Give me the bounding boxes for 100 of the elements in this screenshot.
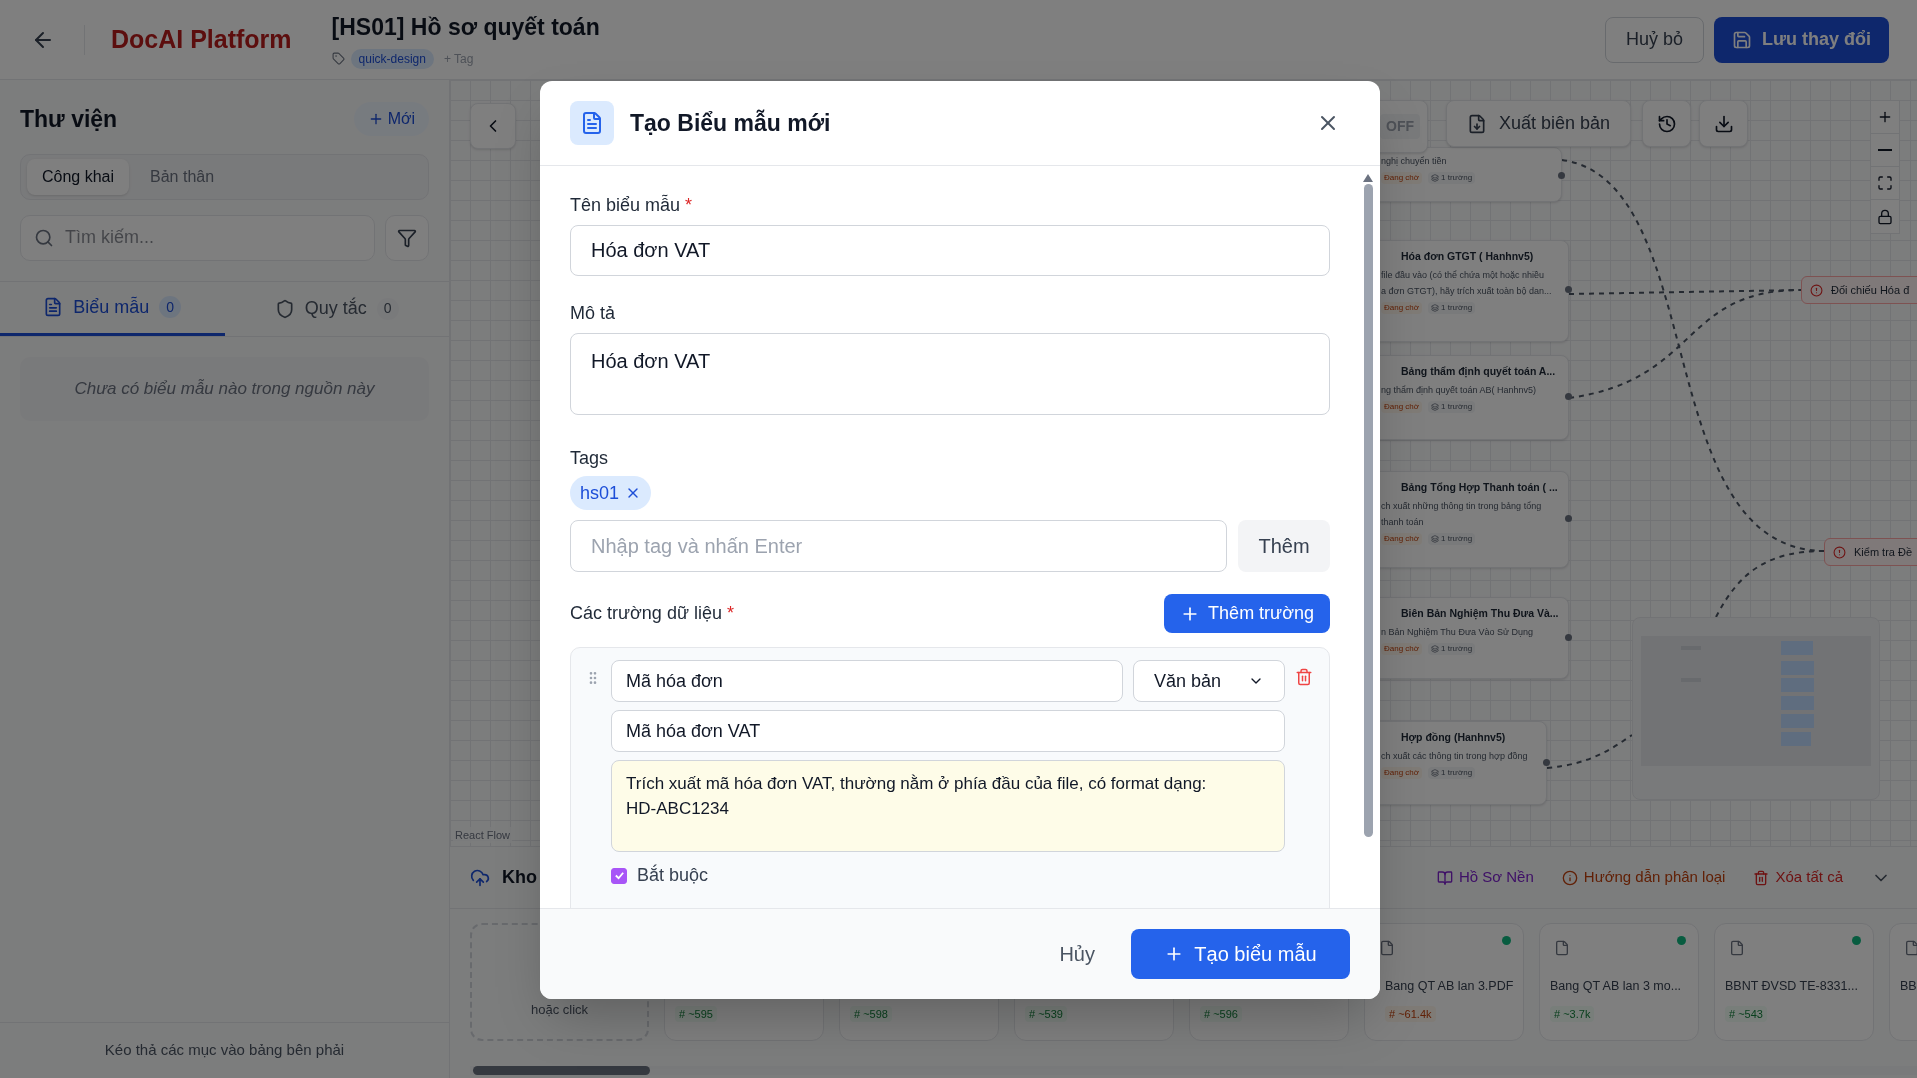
name-input[interactable]: Hóa đơn VAT [570,225,1330,276]
file-name: BBNT ĐVSD TE-8331... [1725,977,1858,995]
field-count-badge: 1 trường [1428,400,1476,413]
node-description: a đơn GTGT), hãy trích xuất toàn bộ dan... [1381,285,1552,297]
file-download-icon [1467,113,1487,134]
tag-chip[interactable]: quick-design [350,48,434,69]
download-button[interactable] [1699,100,1748,147]
tag-chip[interactable]: hs01 [570,476,652,510]
status-badge: Đang chờ [1381,766,1423,779]
scope-tab[interactable]: Công khai [27,158,130,195]
filter-button[interactable] [385,214,429,261]
node-handle[interactable] [1565,514,1572,522]
save-icon [1731,29,1752,50]
fullscreen-icon [1877,175,1893,191]
size-badge: # ~596 [1200,1005,1242,1022]
node-description: thanh toán [1381,516,1424,528]
file-card[interactable]: BBNT ĐVSD TE-8331... # ~543 [1714,923,1874,1041]
file-name: BB [1900,978,1917,996]
panel-action[interactable]: Hướng dẫn phân loại [1561,866,1726,889]
layers-icon [1431,174,1440,182]
cancel-button[interactable]: Huỷ bỏ [1604,16,1704,63]
type-select[interactable]: Văn bản [1133,660,1285,702]
lock-icon [1877,208,1893,225]
field-key-input[interactable]: Mã hóa đơn [611,660,1123,702]
node-handle[interactable] [1565,393,1572,401]
node-handle[interactable] [1565,634,1572,641]
field-count-badge: 1 trường [1428,766,1476,779]
node-description: nghị chuyển tiền [1381,156,1447,167]
checkbox-label: Bắt buộc [637,863,709,887]
page-title: [HS01] Hồ sơ quyết toán [331,13,600,43]
instruction-input[interactable]: Trích xuất mã hóa đơn VAT, thường nằm ở phía đầu của file, có format dạng: HD-ABC1234 [611,760,1285,852]
layers-icon [1431,644,1440,653]
minus-icon [1878,149,1892,151]
attribution-text: React Flow [453,826,513,843]
document-icon [43,297,64,317]
file-icon [1729,940,1745,956]
field-label: Mô tả [570,302,617,325]
node-handle[interactable] [1565,286,1572,293]
node-title: Hợp đồng (Hanhnv5) [1401,730,1506,746]
file-card[interactable]: BB [1889,923,1917,1041]
file-card[interactable]: Bang QT AB lan 3 mo... # ~3.7k [1539,923,1699,1041]
library-tab[interactable]: Quy tắc 0 [224,281,449,336]
file-icon [1379,940,1395,956]
description-input[interactable]: Hóa đơn VAT [570,333,1330,415]
node-title: Bảng Tổng Hợp Thanh toán ( ... [1401,480,1558,496]
size-badge: # ~539 [1025,1005,1067,1022]
status-badge: Đang chờ [1381,400,1423,413]
library-tab[interactable]: Biểu mẫu 0 [0,281,225,336]
trash-icon [1753,869,1770,886]
node-title: Bảng thẩm định quyết toán A... [1401,364,1556,380]
node-description: ch xuất các thông tin trong hợp đồng [1381,750,1528,762]
export-button[interactable]: Xuất biên bản [1446,100,1632,147]
add-field-button[interactable]: Thêm trường [1164,594,1330,633]
field-count-badge: 1 trường [1428,532,1476,545]
status-badge: Đang chờ [1381,532,1423,545]
size-badge: # ~598 [850,1005,892,1022]
file-icon [1904,940,1917,956]
cancel-button[interactable]: Hủy [1049,939,1105,969]
tag-input[interactable]: Nhập tag và nhấn Enter [570,520,1227,572]
scope-tab[interactable]: Bản thân [135,158,230,195]
panel-title: Kho [502,866,537,889]
field-label: Tên biểu mẫu * [570,193,694,217]
status-badge: Đang chờ [1381,301,1423,314]
field-count-badge: 1 trường [1428,172,1476,184]
panel-action[interactable]: Xóa tất cả [1753,866,1843,889]
alert-icon [1810,283,1823,297]
scroll-up-icon[interactable] [1363,174,1373,182]
new-button[interactable]: Mới [353,102,429,137]
filter-icon [397,227,417,248]
file-name: Bang QT AB lan 3.PDF [1385,977,1514,995]
dialog-title: Tạo Biểu mẫu mới [630,108,831,138]
save-button[interactable]: Lưu thay đổi [1713,16,1889,63]
status-badge: Đang chờ [1381,172,1423,184]
search-icon [34,227,54,248]
history-icon [1656,113,1677,134]
create-button[interactable]: Tạo biểu mẫu [1131,929,1350,979]
upload-icon [470,867,490,888]
plus-icon [1877,109,1893,125]
delete-icon[interactable] [1295,668,1313,686]
node-handle[interactable] [1558,171,1565,179]
size-badge: # ~3.7k [1550,1005,1595,1022]
file-card[interactable]: Bang QT AB lan 3.PDF # ~61.4k [1364,923,1524,1041]
node-handle[interactable] [1543,758,1550,766]
layers-icon [1431,402,1440,411]
node-title: Hóa đơn GTGT ( Hanhnv5) [1401,249,1534,264]
node-title: Biên Bản Nghiệm Thu Đưa Và... [1401,606,1559,622]
field-count-badge: 1 trường [1428,642,1476,655]
node-description: file đầu vào (có thể chứa một hoặc nhiều [1381,269,1545,281]
required-checkbox[interactable] [611,867,627,884]
layers-icon [1431,768,1440,777]
field-label-input[interactable]: Mã hóa đơn VAT [611,710,1285,752]
history-button[interactable] [1642,100,1691,147]
file-name: Bang QT AB lan 3 mo... [1550,977,1682,995]
layers-icon [1431,534,1440,543]
add-tag-button[interactable]: Thêm [1238,520,1330,572]
empty-message: Chưa có biểu mẫu nào trong nguồn này [74,377,375,400]
sidebar-hint: Kéo thả các mục vào bảng bên phải [104,1040,345,1061]
search-field[interactable]: Tìm kiếm... [20,214,375,261]
brand-name: DocAI Platform [111,23,292,55]
panel-action[interactable]: Hồ Sơ Nền [1436,866,1534,889]
